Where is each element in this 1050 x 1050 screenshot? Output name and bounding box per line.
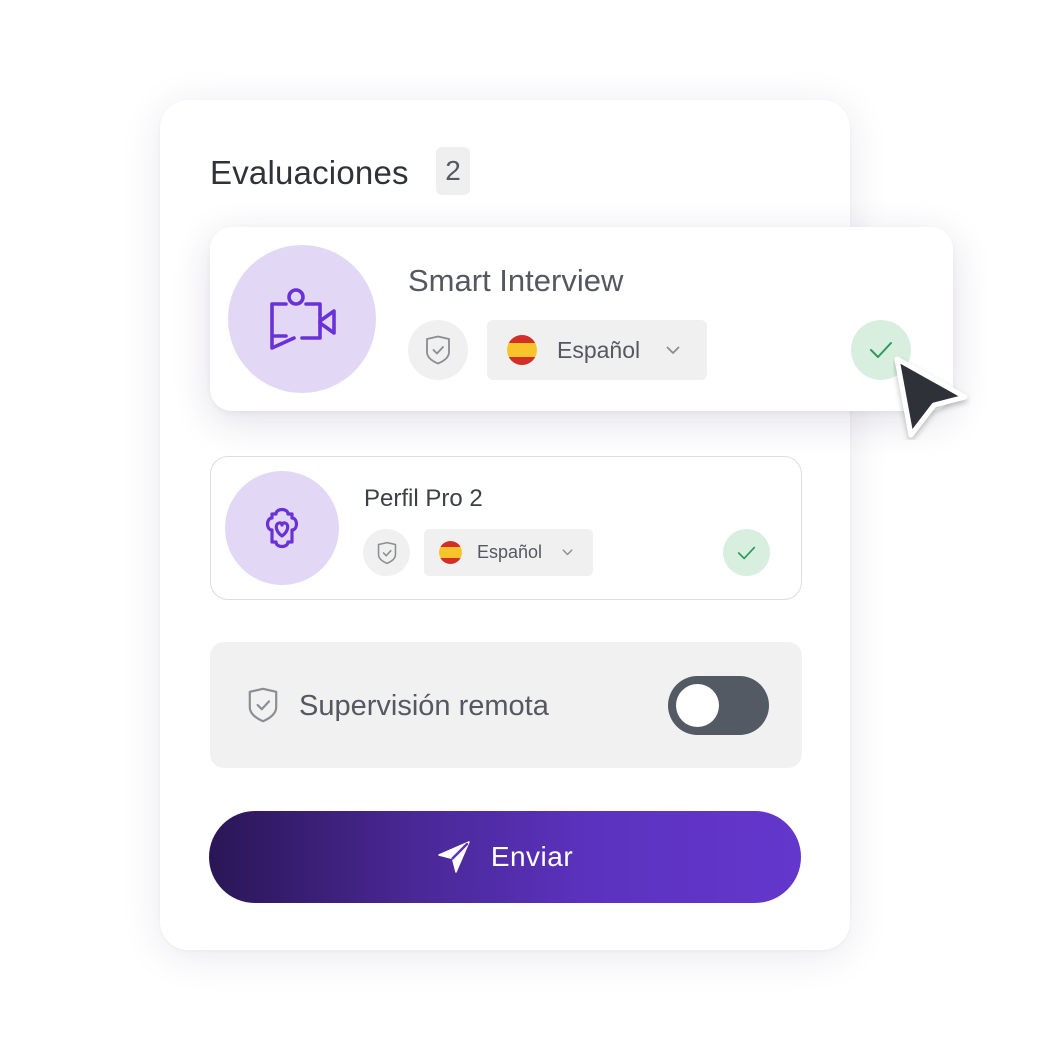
selected-check-button[interactable] (723, 529, 770, 576)
evaluations-count-badge: 2 (436, 147, 470, 195)
check-icon (737, 546, 756, 559)
shield-check-icon (426, 335, 450, 365)
video-interview-icon (270, 288, 336, 350)
remote-supervision-toggle[interactable] (668, 676, 769, 735)
proctoring-shield-button[interactable] (408, 320, 468, 380)
evaluations-title: Evaluaciones (210, 154, 409, 191)
spain-flag-icon (507, 335, 537, 365)
shield-check-icon (377, 541, 396, 564)
check-icon (870, 342, 892, 358)
language-label: Español (557, 336, 641, 363)
chevron-down-icon (562, 549, 573, 556)
toggle-knob (676, 684, 719, 727)
card-icon-circle (225, 471, 339, 585)
language-label: Español (477, 542, 543, 562)
chevron-down-icon (666, 346, 680, 354)
send-button[interactable]: Enviar (209, 811, 801, 903)
send-button-label: Enviar (490, 841, 574, 872)
language-select[interactable]: Español (487, 320, 707, 380)
language-select[interactable]: Español (424, 529, 593, 576)
remote-supervision-label: Supervisión remota (299, 689, 549, 722)
card-icon-circle (228, 245, 376, 393)
spain-flag-icon (439, 541, 462, 564)
proctoring-shield-button[interactable] (363, 529, 410, 576)
shield-check-icon (248, 687, 278, 723)
puzzle-heart-icon (265, 507, 299, 549)
card-title: Perfil Pro 2 (364, 485, 483, 512)
mouse-pointer-icon (894, 356, 968, 438)
send-icon (438, 841, 470, 873)
card-title: Smart Interview (408, 263, 624, 298)
